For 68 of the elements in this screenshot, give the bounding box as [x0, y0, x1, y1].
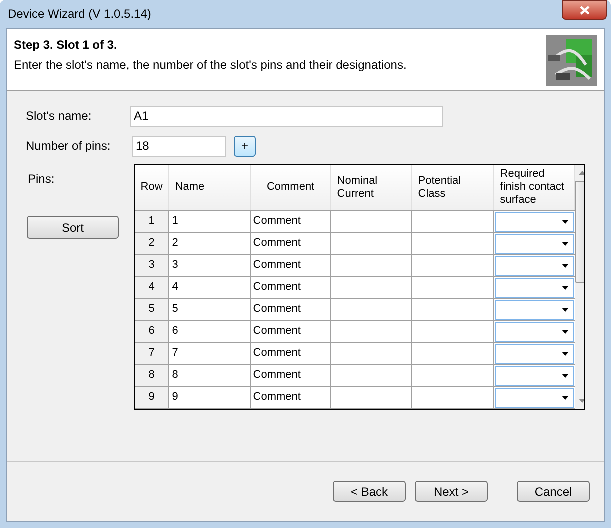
table-cell: Comment [251, 277, 332, 298]
dropdown[interactable] [495, 344, 574, 364]
table-cell: 4 [169, 277, 252, 298]
column-header: Nominal Current [331, 165, 412, 210]
close-button[interactable] [562, 0, 607, 20]
caret-icon [562, 352, 570, 356]
caret-icon [562, 374, 570, 378]
column-header: Potential Class [412, 165, 494, 210]
table-cell: Comment [251, 387, 332, 408]
row-number: 8 [135, 365, 170, 386]
table-cell: Comment [251, 343, 332, 364]
add-button[interactable]: + [234, 136, 256, 156]
sort-button[interactable]: Sort [27, 216, 119, 239]
caret-icon [562, 242, 570, 246]
field-label: Slot's name: [26, 108, 93, 125]
table-cell: Comment [251, 255, 332, 276]
table-cell: Comment [251, 299, 332, 320]
table-cell: 8 [169, 365, 252, 386]
caret-icon [562, 330, 570, 334]
step-title: Step 3. Slot 1 of 3. [14, 37, 118, 54]
table-cell: 5 [169, 299, 252, 320]
table-cell: 6 [169, 321, 252, 342]
wizard-button[interactable]: < Back [333, 481, 406, 502]
table-cell: Comment [251, 321, 332, 342]
table-cell: Comment [251, 211, 332, 232]
slot-name-field[interactable]: A1 [130, 106, 443, 126]
caret-icon [562, 264, 570, 268]
row-number: 4 [135, 277, 170, 298]
wizard-button[interactable]: Next > [415, 481, 488, 502]
pins-label: Pins: [28, 171, 56, 188]
table-cell: 3 [169, 255, 252, 276]
close-icon [580, 6, 590, 14]
caret-icon [562, 396, 570, 400]
field-label: Number of pins: [26, 138, 112, 155]
scroll-down-icon [578, 399, 584, 403]
caret-icon [562, 286, 570, 290]
table-cell: 9 [169, 387, 252, 408]
dropdown[interactable] [495, 256, 574, 276]
table-cell: 1 [169, 211, 252, 232]
table-cell: 7 [169, 343, 252, 364]
row-number: 3 [135, 255, 170, 276]
cable-connector-icon [546, 35, 597, 86]
column-header: Row [135, 165, 170, 210]
row-number: 7 [135, 343, 170, 364]
step-description: Enter the slot's name, the number of the slot's pins and their designations. [14, 57, 407, 74]
row-number: 2 [135, 233, 170, 254]
table-cell: 2 [169, 233, 252, 254]
dropdown[interactable] [495, 212, 574, 232]
wizard-button[interactable]: Cancel [517, 481, 590, 502]
row-number: 9 [135, 387, 170, 408]
caret-icon [562, 308, 570, 312]
row-number: 5 [135, 299, 170, 320]
pin-count-field[interactable]: 18 [132, 136, 226, 156]
row-number: 6 [135, 321, 170, 342]
table-cell: Comment [251, 365, 332, 386]
column-header: Name [169, 165, 252, 210]
dropdown[interactable] [495, 388, 574, 408]
scroll-up-icon [578, 171, 584, 175]
dropdown[interactable] [495, 234, 574, 254]
dropdown[interactable] [495, 366, 574, 386]
column-header: Comment [251, 165, 332, 210]
dropdown[interactable] [495, 300, 574, 320]
row-number: 1 [135, 211, 170, 232]
dropdown[interactable] [495, 278, 574, 298]
dropdown[interactable] [495, 322, 574, 342]
caret-icon [562, 220, 570, 224]
table-cell: Comment [251, 233, 332, 254]
window-title: Device Wizard (V 1.0.5.14) [8, 6, 152, 23]
